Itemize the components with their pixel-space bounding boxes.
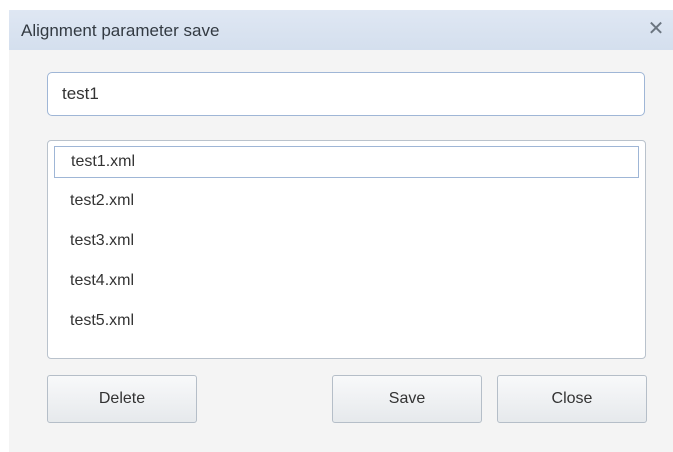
title-bar: Alignment parameter save ✕ (9, 10, 673, 50)
save-button[interactable]: Save (332, 375, 482, 423)
close-button[interactable]: Close (497, 375, 647, 423)
list-item[interactable]: test3.xml (54, 226, 639, 258)
list-item[interactable]: test1.xml (54, 146, 639, 178)
file-list: test1.xml test2.xml test3.xml test4.xml … (47, 140, 646, 359)
filename-input[interactable] (47, 72, 645, 116)
delete-button[interactable]: Delete (47, 375, 197, 423)
list-item[interactable]: test4.xml (54, 266, 639, 298)
list-item[interactable]: test2.xml (54, 186, 639, 218)
dialog-title: Alignment parameter save (21, 21, 220, 40)
close-icon[interactable]: ✕ (645, 17, 667, 41)
save-dialog: Alignment parameter save ✕ test1.xml tes… (9, 10, 673, 452)
list-item[interactable]: test5.xml (54, 306, 639, 338)
